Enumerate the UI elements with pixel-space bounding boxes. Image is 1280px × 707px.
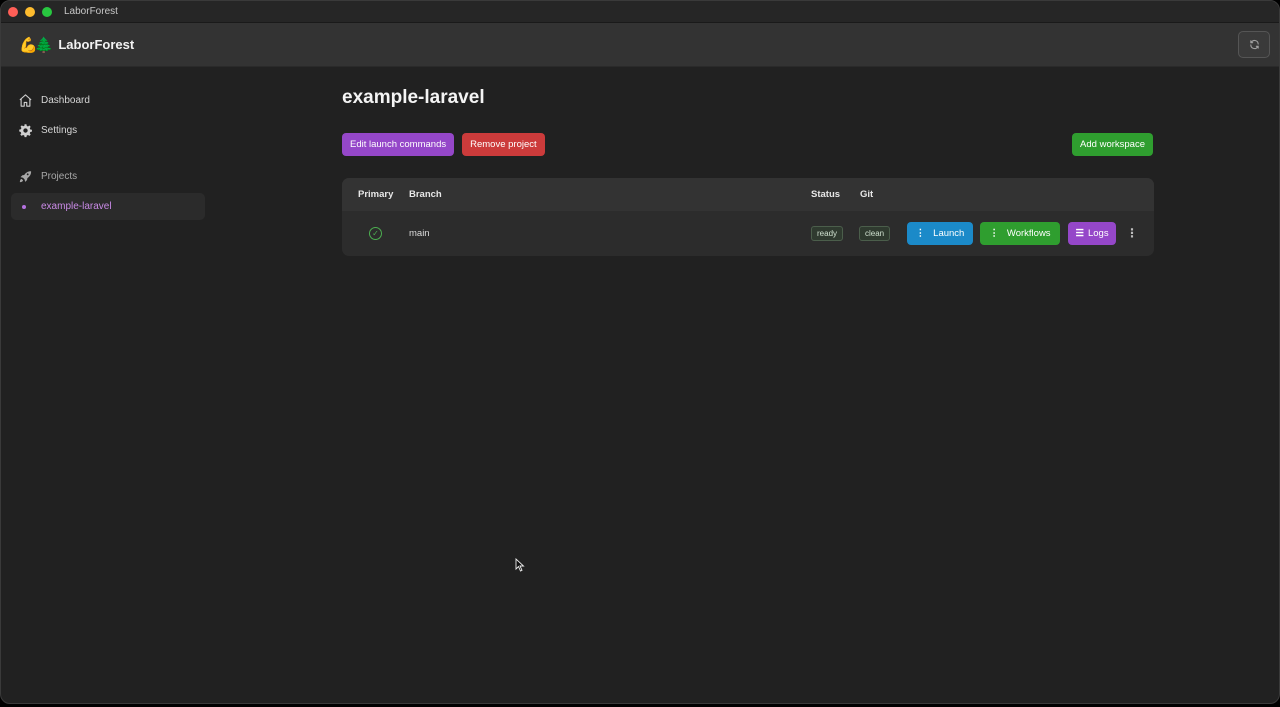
sidebar-item-label: Dashboard [41,94,90,106]
main-content: example-laravel Edit launch commands Remo… [342,87,1154,256]
table-header: Primary Branch Status Git [342,178,1154,211]
status-badge: ready [811,226,844,241]
kebab-icon: ⋮ [989,228,999,239]
kebab-icon: ⋮ [915,228,926,239]
sidebar-item-dashboard[interactable]: Dashboard [11,85,205,115]
edit-launch-commands-button[interactable]: Edit launch commands [342,133,455,156]
gear-icon [17,122,33,138]
add-workspace-button[interactable]: Add workspace [1072,133,1153,156]
sidebar: Dashboard Settings Projects example-lara… [11,85,205,220]
workspaces-table: Primary Branch Status Git ✓ main ready c… [342,178,1154,256]
row-more-icon[interactable]: ⋮ [1126,226,1138,240]
logs-button[interactable]: ☰ Logs [1068,222,1116,245]
rocket-icon [17,168,33,184]
sidebar-project-example-laravel[interactable]: example-laravel [11,193,205,220]
page-title: example-laravel [342,87,485,108]
column-header-primary: Primary [358,189,394,200]
column-header-status: Status [811,189,841,200]
workflows-button[interactable]: ⋮ Workflows [980,222,1060,245]
app-header: 💪🌲 LaborForest [1,23,1279,67]
mouse-cursor-icon [515,558,525,572]
brand-name: LaborForest [58,37,135,52]
workflows-label: Workflows [1006,228,1051,239]
launch-label: Launch [933,228,965,239]
window-title: LaborForest [64,6,118,17]
brand-logo-icon: 💪🌲 [19,36,53,54]
logs-label: Logs [1087,228,1109,239]
primary-check-icon[interactable]: ✓ [369,227,382,240]
table-row: ✓ main ready clean ⋮ Launch ⋮ Workflows … [342,211,1154,256]
sidebar-project-label: example-laravel [41,201,112,212]
remove-project-button[interactable]: Remove project [462,133,545,156]
minimize-window-button[interactable] [25,6,35,17]
refresh-button[interactable] [1238,31,1270,58]
active-bullet-icon [22,204,26,209]
sidebar-item-settings[interactable]: Settings [11,115,205,145]
list-icon: ☰ [1075,228,1084,239]
brand: 💪🌲 LaborForest [19,36,134,54]
refresh-icon [1249,39,1259,50]
zoom-window-button[interactable] [42,6,52,17]
sidebar-item-label: Settings [41,124,78,136]
launch-button[interactable]: ⋮ Launch [907,222,973,245]
column-header-branch: Branch [409,189,442,200]
window-controls [8,6,52,17]
home-icon [17,92,33,108]
branch-name: main [409,228,430,239]
sidebar-section-label: Projects [41,170,78,182]
close-window-button[interactable] [8,6,18,17]
app-window: LaborForest 💪🌲 LaborForest Dashboard Set… [0,0,1280,704]
project-actions: Edit launch commands Remove project Add w… [342,133,1154,157]
title-bar: LaborForest [1,1,1279,23]
column-header-git: Git [860,189,874,200]
sidebar-section-projects: Projects [11,161,205,191]
git-badge: clean [859,226,891,241]
